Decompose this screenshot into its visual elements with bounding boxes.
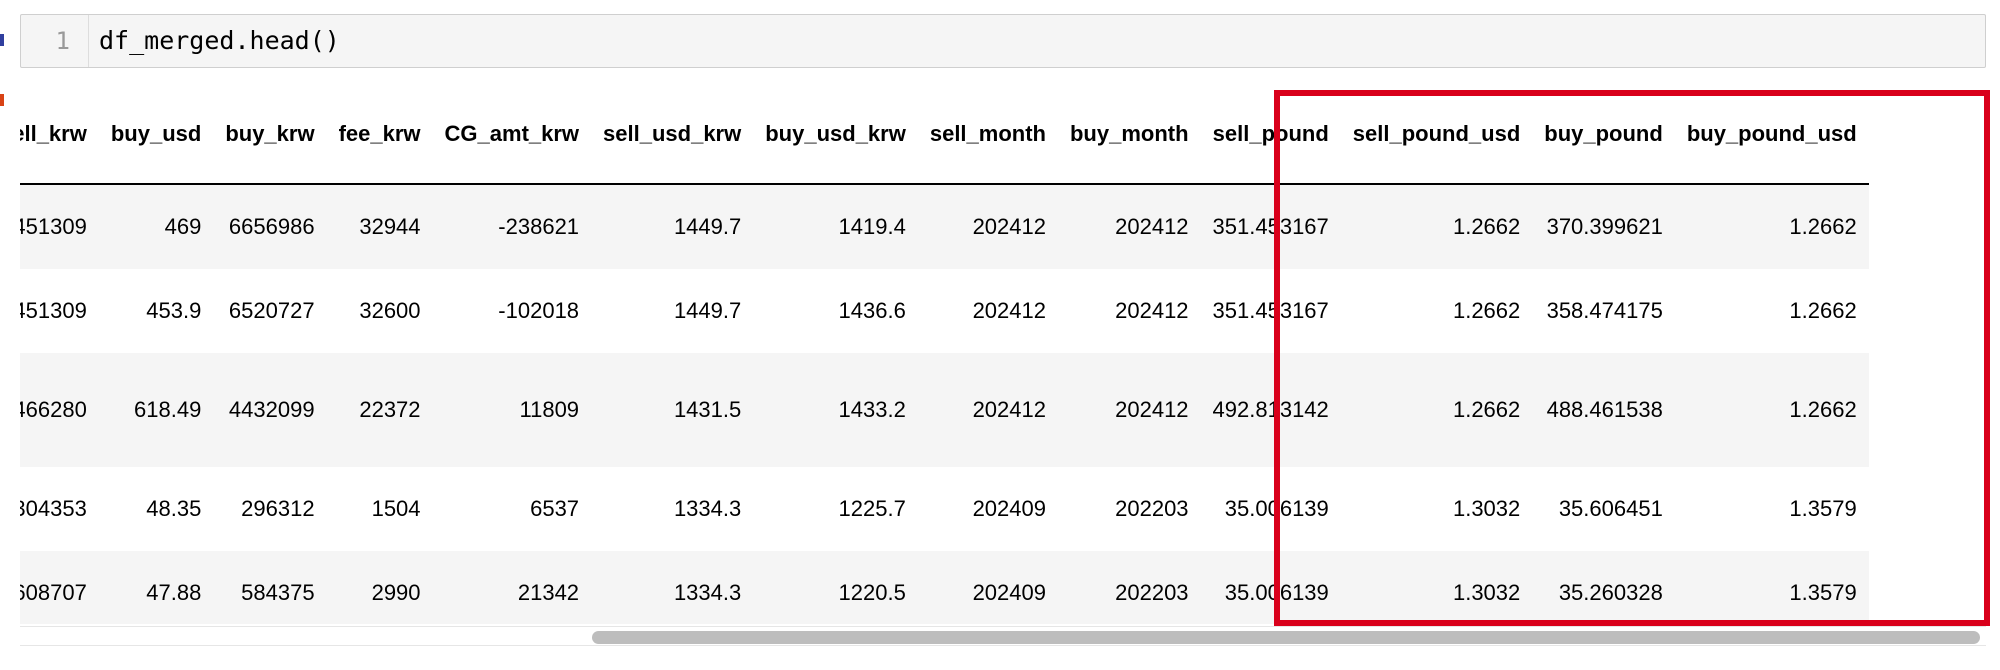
column-header-buy-pound-usd: buy_pound_usd bbox=[1674, 84, 1869, 185]
table-cell: 202409 bbox=[917, 551, 1058, 624]
table-row: 304353 48.35 296312 1504 6537 1334.3 122… bbox=[20, 467, 1869, 551]
table-row: 451309 469 6656986 32944 -238621 1449.7 … bbox=[20, 184, 1869, 269]
table-header-row: sell_krw buy_usd buy_krw fee_krw CG_amt_… bbox=[20, 84, 1869, 185]
column-header-buy-usd-krw: buy_usd_krw bbox=[753, 84, 918, 185]
column-header-buy-usd: buy_usd bbox=[98, 84, 214, 185]
line-number: 1 bbox=[21, 15, 89, 67]
table-cell: 202412 bbox=[917, 184, 1058, 269]
horizontal-scrollbar[interactable] bbox=[20, 626, 1986, 646]
table-cell: 1504 bbox=[326, 467, 433, 551]
table-cell: 466280 bbox=[20, 353, 99, 467]
table-cell: 35.006139 bbox=[1200, 467, 1341, 551]
table-cell: 22372 bbox=[326, 353, 433, 467]
table-cell: 358.474175 bbox=[1532, 269, 1675, 353]
table-cell: 351.453167 bbox=[1200, 184, 1341, 269]
table-cell: 4432099 bbox=[213, 353, 327, 467]
dataframe-table: sell_krw buy_usd buy_krw fee_krw CG_amt_… bbox=[20, 84, 1869, 624]
table-cell: 1.3032 bbox=[1340, 551, 1533, 624]
table-row: 466280 618.49 4432099 22372 11809 1431.5… bbox=[20, 353, 1869, 467]
column-header-buy-pound: buy_pound bbox=[1532, 84, 1675, 185]
dataframe-output: sell_krw buy_usd buy_krw fee_krw CG_amt_… bbox=[20, 84, 1986, 624]
table-cell: 618.49 bbox=[98, 353, 214, 467]
table-cell: 32944 bbox=[326, 184, 433, 269]
table-cell: 304353 bbox=[20, 467, 99, 551]
table-cell: 6537 bbox=[432, 467, 592, 551]
table-cell: 1449.7 bbox=[591, 184, 754, 269]
table-cell: 1436.6 bbox=[753, 269, 918, 353]
table-cell: 1225.7 bbox=[753, 467, 918, 551]
table-cell: 35.260328 bbox=[1532, 551, 1675, 624]
table-cell: 35.006139 bbox=[1200, 551, 1341, 624]
table-cell: 6520727 bbox=[213, 269, 327, 353]
table-row: 608707 47.88 584375 2990 21342 1334.3 12… bbox=[20, 551, 1869, 624]
table-cell: 584375 bbox=[213, 551, 327, 624]
table-cell: 6656986 bbox=[213, 184, 327, 269]
table-cell: 202412 bbox=[917, 269, 1058, 353]
table-cell: 1.3579 bbox=[1674, 467, 1869, 551]
notebook-page: 1 df_merged.head() sell_krw buy_usd buy_… bbox=[0, 0, 2000, 670]
table-cell: 351.453167 bbox=[1200, 269, 1341, 353]
table-cell: 1.3032 bbox=[1340, 467, 1533, 551]
table-cell: 370.399621 bbox=[1532, 184, 1675, 269]
scrollbar-thumb[interactable] bbox=[592, 631, 1980, 644]
table-cell: 1.2662 bbox=[1340, 184, 1533, 269]
table-cell: 1.3579 bbox=[1674, 551, 1869, 624]
column-header-sell-pound: sell_pound bbox=[1200, 84, 1341, 185]
code-editor-text[interactable]: df_merged.head() bbox=[99, 15, 340, 67]
table-cell: 32600 bbox=[326, 269, 433, 353]
table-cell: 1449.7 bbox=[591, 269, 754, 353]
table-cell: 202409 bbox=[917, 467, 1058, 551]
table-cell: 492.813142 bbox=[1200, 353, 1341, 467]
table-cell: 1334.3 bbox=[591, 551, 754, 624]
column-header-buy-month: buy_month bbox=[1057, 84, 1201, 185]
table-cell: 202203 bbox=[1057, 467, 1201, 551]
table-cell: 488.461538 bbox=[1532, 353, 1675, 467]
table-cell: 35.606451 bbox=[1532, 467, 1675, 551]
table-cell: 202412 bbox=[1057, 269, 1201, 353]
table-cell: 202412 bbox=[917, 353, 1058, 467]
table-cell: 451309 bbox=[20, 269, 99, 353]
table-cell: 21342 bbox=[432, 551, 592, 624]
table-cell: 202203 bbox=[1057, 551, 1201, 624]
table-cell: 48.35 bbox=[98, 467, 214, 551]
table-cell: 202412 bbox=[1057, 353, 1201, 467]
input-prompt-marker bbox=[0, 34, 4, 46]
table-cell: 1433.2 bbox=[753, 353, 918, 467]
table-cell: 1.2662 bbox=[1674, 269, 1869, 353]
table-cell: 469 bbox=[98, 184, 214, 269]
table-cell: 1419.4 bbox=[753, 184, 918, 269]
table-cell: 1.2662 bbox=[1674, 184, 1869, 269]
table-cell: 11809 bbox=[432, 353, 592, 467]
table-cell: 453.9 bbox=[98, 269, 214, 353]
table-cell: 47.88 bbox=[98, 551, 214, 624]
table-cell: 202412 bbox=[1057, 184, 1201, 269]
table-cell: 451309 bbox=[20, 184, 99, 269]
column-header-sell-month: sell_month bbox=[917, 84, 1058, 185]
table-cell: 1334.3 bbox=[591, 467, 754, 551]
table-cell: 1.2662 bbox=[1340, 269, 1533, 353]
code-cell[interactable]: 1 df_merged.head() bbox=[20, 14, 1986, 68]
table-cell: 1.2662 bbox=[1340, 353, 1533, 467]
table-cell: 608707 bbox=[20, 551, 99, 624]
table-row: 451309 453.9 6520727 32600 -102018 1449.… bbox=[20, 269, 1869, 353]
table-cell: 296312 bbox=[213, 467, 327, 551]
table-cell: 1220.5 bbox=[753, 551, 918, 624]
table-cell: 1431.5 bbox=[591, 353, 754, 467]
column-header-buy-krw: buy_krw bbox=[213, 84, 327, 185]
table-cell: -102018 bbox=[432, 269, 592, 353]
column-header-cg-amt-krw: CG_amt_krw bbox=[432, 84, 592, 185]
table-cell: -238621 bbox=[432, 184, 592, 269]
column-header-fee-krw: fee_krw bbox=[326, 84, 433, 185]
table-cell: 2990 bbox=[326, 551, 433, 624]
column-header-sell-pound-usd: sell_pound_usd bbox=[1340, 84, 1533, 185]
column-header-sell-usd-krw: sell_usd_krw bbox=[591, 84, 754, 185]
table-cell: 1.2662 bbox=[1674, 353, 1869, 467]
column-header-sell-krw: sell_krw bbox=[20, 84, 99, 185]
output-prompt-marker bbox=[0, 94, 4, 106]
